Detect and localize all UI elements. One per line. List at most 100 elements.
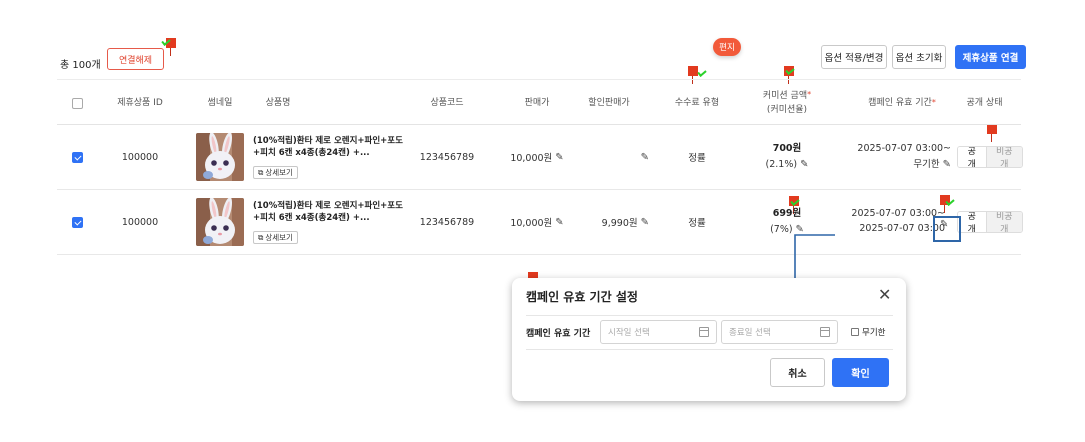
select-all-checkbox[interactable]: [71, 97, 83, 109]
detail-view-button[interactable]: ⧉ 상세보기: [253, 231, 298, 245]
sale-price: 9,990원: [601, 218, 638, 229]
product-name: (10%적립)환타 제로 오렌지+파인+포도+피치 6캔 x4종(총24캔) +…: [253, 136, 403, 159]
campaign-period-cell: 2025-07-07 03:00~ 무기한 ✎: [847, 125, 951, 189]
header-product-name: 상품명: [265, 97, 291, 108]
external-link-icon: ⧉: [258, 232, 264, 242]
table-row: 100000 (10%적립)환타 제로 오렌지+파인+포도+피치 6캔 x4종(…: [57, 190, 1023, 255]
pencil-icon[interactable]: ✎: [641, 217, 649, 228]
header-campaign-period-label: 캠페인 유효 기간: [868, 97, 932, 108]
external-link-icon: ⧉: [258, 167, 264, 177]
header-commission-rate: (커미션율): [766, 105, 808, 115]
period-field-label: 캠페인 유효 기간: [526, 329, 591, 339]
header-product-code: 상품코드: [430, 97, 464, 108]
pencil-icon[interactable]: ✎: [943, 157, 951, 173]
end-date-input[interactable]: 종료일 선택: [721, 320, 838, 344]
infinite-label: 무기한: [862, 328, 886, 338]
product-id: 100000: [121, 151, 159, 163]
product-code: 123456789: [419, 216, 475, 228]
visibility-public-option[interactable]: 공개: [958, 147, 987, 167]
visibility-cell: 공개 비공개: [957, 125, 1023, 189]
confirm-button[interactable]: 확인: [832, 358, 889, 387]
product-name-cell: (10%적립)환타 제로 오렌지+파인+포도+피치 6캔 x4종(총24캔) +…: [253, 200, 403, 245]
price: 10,000원: [510, 153, 553, 164]
row-checkbox[interactable]: [71, 151, 83, 163]
product-code: 123456789: [419, 151, 475, 163]
visibility-toggle[interactable]: 공개 비공개: [957, 146, 1023, 168]
header-fee-type: 수수료 유형: [674, 97, 720, 108]
visibility-toggle[interactable]: 공개 비공개: [957, 211, 1023, 233]
header-commission-label: 커미션 금액: [762, 90, 808, 101]
close-icon[interactable]: ✕: [878, 287, 891, 303]
sale-price-cell: 9,990원 ✎: [579, 190, 649, 254]
commission-amount: 699원: [772, 207, 802, 219]
row-select[interactable]: [67, 125, 87, 189]
header-sale-price: 할인판매가: [588, 97, 630, 108]
calendar-icon[interactable]: [820, 327, 830, 337]
modal-title: 캠페인 유효 기간 설정: [526, 290, 638, 304]
product-name-cell: (10%적립)환타 제로 오렌지+파인+포도+피치 6캔 x4종(총24캔) +…: [253, 135, 403, 180]
fee-type: 정률: [688, 153, 706, 164]
reset-options-button[interactable]: 옵션 초기화: [892, 45, 946, 69]
price-cell: 10,000원 ✎: [507, 125, 567, 189]
detail-view-label: 상세보기: [265, 233, 293, 243]
total-count: 총 100개: [60, 60, 101, 71]
campaign-period-modal: 캠페인 유효 기간 설정 ✕ 캠페인 유효 기간 시작일 선택 종료일 선택 무…: [512, 278, 906, 401]
header-product-id: 제휴상품 ID: [117, 97, 163, 108]
required-mark: *: [807, 89, 812, 99]
visibility-private-option[interactable]: 비공개: [986, 212, 1022, 232]
period-end: 무기한: [913, 158, 940, 170]
product-table: 제휴상품 ID 썸네일 상품명 상품코드 판매가 할인판매가 수수료 유형 커미…: [57, 79, 1023, 255]
row-checkbox[interactable]: [71, 216, 83, 228]
required-mark: *: [931, 97, 936, 107]
commission-rate: (2.1%): [765, 158, 798, 170]
header-select-all[interactable]: [67, 80, 87, 126]
hint-badge: 편지: [713, 38, 741, 56]
bunny-thumbnail-image: [196, 198, 244, 246]
pencil-icon[interactable]: ✎: [940, 219, 948, 230]
pencil-icon[interactable]: ✎: [641, 152, 649, 163]
cancel-button[interactable]: 취소: [770, 358, 825, 387]
campaign-period-cell: 2025-07-07 03:00~ 2025-07-07 03:00: [841, 190, 945, 254]
annotation-check: [697, 68, 707, 77]
pencil-icon[interactable]: ✎: [555, 217, 563, 228]
calendar-icon[interactable]: [699, 327, 709, 337]
end-date-placeholder: 종료일 선택: [729, 328, 771, 338]
header-thumbnail: 썸네일: [207, 97, 233, 108]
commission-cell: 700원 (2.1%) ✎: [747, 125, 827, 189]
pencil-icon[interactable]: ✎: [800, 157, 808, 173]
detail-view-button[interactable]: ⧉ 상세보기: [253, 166, 298, 180]
period-start: 2025-07-07 03:00~: [857, 142, 951, 154]
sale-price-cell: ✎: [579, 125, 649, 189]
table-row: 100000 (10%적립)환타 제로 오렌지+파인+포도+피치 6캔 x4종(…: [57, 125, 1023, 190]
divider: [526, 349, 893, 350]
period-start: 2025-07-07 03:00~: [851, 208, 945, 220]
visibility-cell: 공개 비공개: [957, 190, 1023, 254]
pencil-icon[interactable]: ✎: [555, 152, 563, 163]
header-commission: 커미션 금액* (커미션율): [747, 80, 827, 126]
unlink-button[interactable]: 연결해제: [107, 48, 164, 70]
thumbnail-cell: [195, 190, 245, 254]
infinite-checkbox[interactable]: 무기한: [851, 326, 885, 338]
bunny-thumbnail-image: [196, 133, 244, 181]
product-name: (10%적립)환타 제로 오렌지+파인+포도+피치 6캔 x4종(총24캔) +…: [253, 201, 403, 224]
link-products-button[interactable]: 제휴상품 연결: [955, 45, 1026, 69]
checkbox-box[interactable]: [851, 328, 859, 336]
product-thumbnail: [196, 133, 244, 181]
visibility-private-option[interactable]: 비공개: [986, 147, 1022, 167]
table-header: 제휴상품 ID 썸네일 상품명 상품코드 판매가 할인판매가 수수료 유형 커미…: [57, 79, 1021, 125]
divider: [526, 315, 893, 316]
product-thumbnail: [196, 198, 244, 246]
thumbnail-cell: [195, 125, 245, 189]
row-select[interactable]: [67, 190, 87, 254]
start-date-placeholder: 시작일 선택: [608, 328, 650, 338]
commission-amount: 700원: [772, 142, 802, 154]
header-campaign-period: 캠페인 유효 기간 *: [857, 80, 947, 126]
detail-view-label: 상세보기: [265, 168, 293, 178]
apply-options-button[interactable]: 옵션 적용/변경: [821, 45, 887, 69]
product-id: 100000: [121, 216, 159, 228]
header-visibility: 공개 상태: [966, 97, 1003, 108]
start-date-input[interactable]: 시작일 선택: [600, 320, 717, 344]
price-cell: 10,000원 ✎: [507, 190, 567, 254]
visibility-public-option[interactable]: 공개: [958, 212, 987, 232]
header-price: 판매가: [524, 97, 550, 108]
